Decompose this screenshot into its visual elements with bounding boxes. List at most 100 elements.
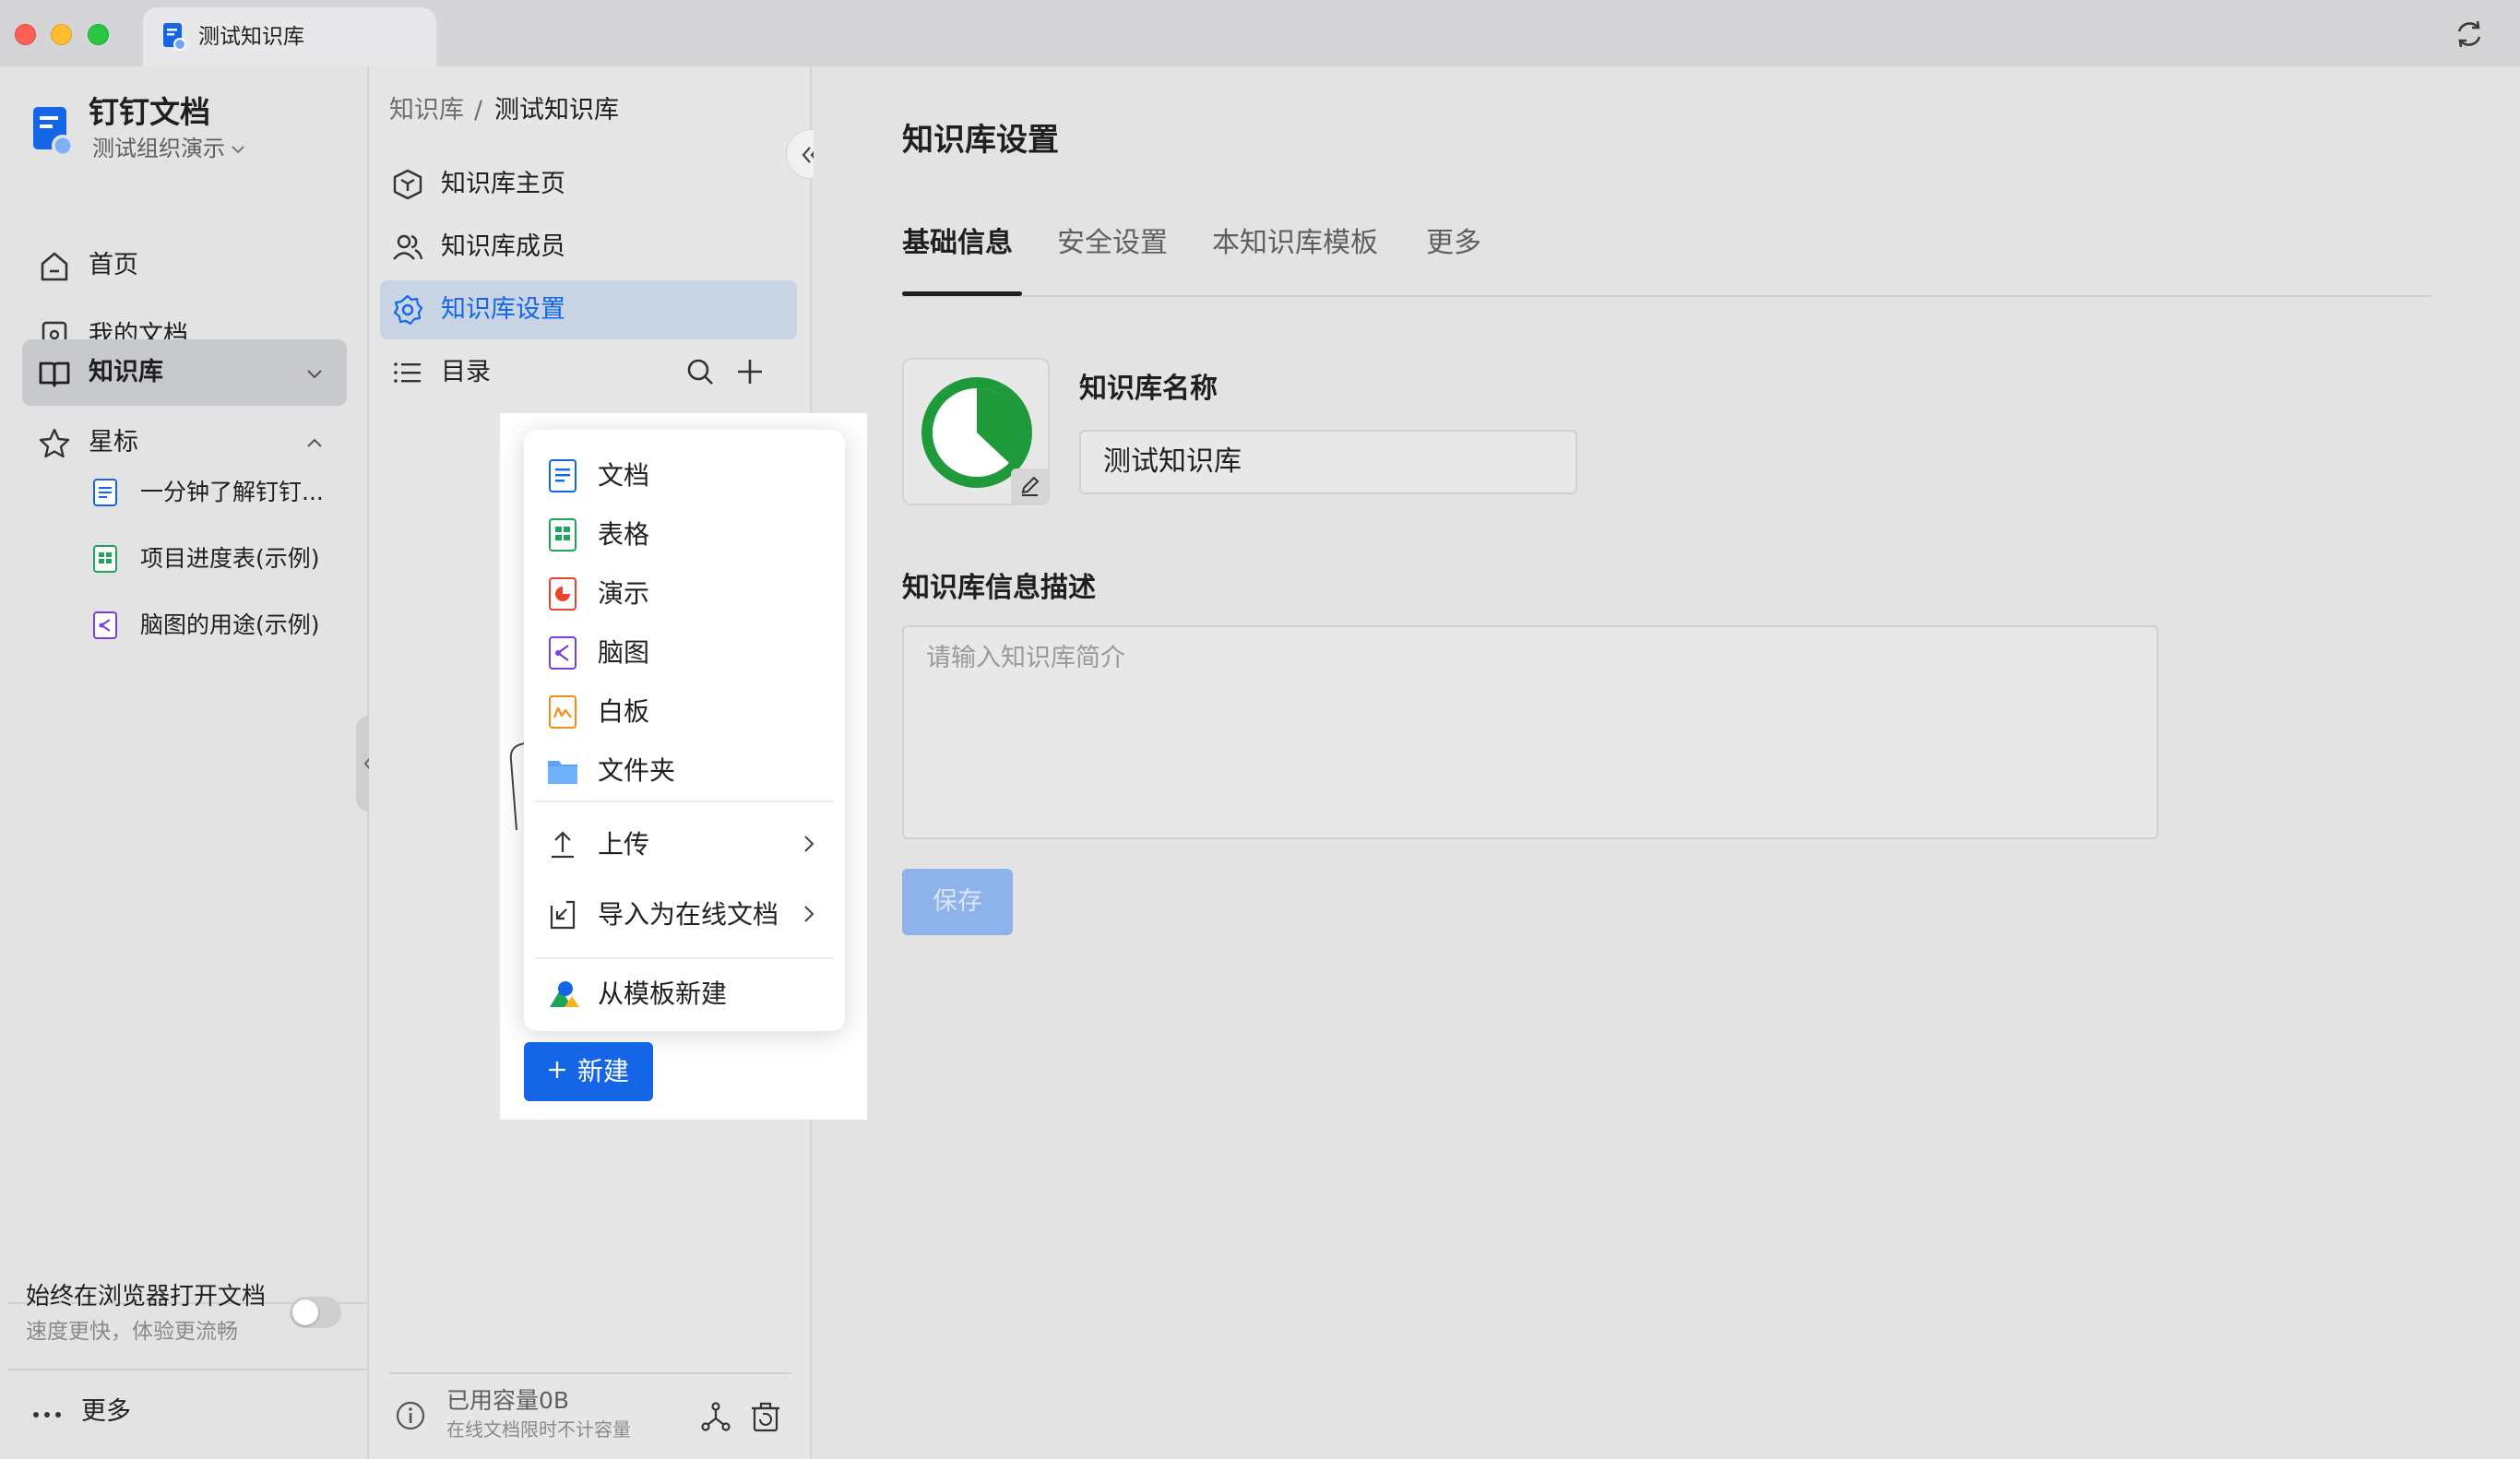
star-icon — [39, 428, 70, 458]
kb-catalog-label: 目录 — [441, 358, 491, 386]
cube-icon — [393, 169, 422, 200]
toggle-knob — [292, 1299, 318, 1325]
more-button[interactable]: 更多 — [81, 1394, 131, 1429]
search-icon[interactable] — [684, 356, 716, 387]
window-minimize-button[interactable] — [51, 24, 72, 45]
menu-divider — [535, 801, 834, 802]
app-name: 钉钉文档 — [89, 94, 210, 130]
description-placeholder: 请输入知识库简介 — [926, 644, 1125, 672]
menu-item-upload[interactable]: 上传 — [524, 813, 845, 872]
kb-description-label: 知识库信息描述 — [902, 572, 1096, 604]
starred-item[interactable]: 项目进度表(示例) — [89, 531, 356, 587]
trash-icon[interactable] — [749, 1400, 782, 1433]
list-icon — [394, 362, 421, 383]
import-icon — [550, 900, 576, 930]
whiteboard-icon — [549, 695, 577, 729]
kb-icon-picker[interactable] — [902, 358, 1050, 505]
nav-knowledge-base-label: 知识库 — [89, 358, 163, 386]
upload-icon — [552, 831, 574, 859]
edit-icon-badge[interactable] — [1011, 469, 1048, 504]
chevron-down-icon[interactable] — [304, 363, 325, 384]
kb-catalog-item[interactable]: 目录 — [380, 343, 675, 402]
browser-toggle-subtitle: 速度更快，体验更流畅 — [26, 1320, 238, 1344]
doc-icon — [549, 459, 577, 492]
capacity-note: 在线文档限时不计容量 — [446, 1418, 631, 1441]
mindmap-file-icon — [93, 611, 117, 639]
kb-settings-label: 知识库设置 — [441, 295, 565, 324]
divider — [389, 1372, 791, 1374]
menu-item-import[interactable]: 导入为在线文档 — [524, 884, 845, 943]
divider — [7, 1369, 367, 1370]
doc-file-icon — [93, 479, 117, 506]
browser-tab[interactable]: 测试知识库 — [143, 7, 436, 66]
menu-item-label: 白板 — [598, 696, 650, 727]
kb-settings-item[interactable]: 知识库设置 — [380, 280, 797, 339]
kb-name-input[interactable]: 测试知识库 — [1079, 430, 1577, 494]
add-icon[interactable] — [734, 356, 766, 387]
chevron-down-icon[interactable] — [229, 140, 247, 159]
info-icon[interactable] — [395, 1400, 426, 1431]
starred-item-label: 项目进度表(示例) — [140, 545, 320, 572]
pencil-icon — [1021, 476, 1040, 496]
menu-item-mindmap[interactable]: 脑图 — [524, 622, 845, 681]
plus-icon — [549, 1062, 565, 1078]
kb-home-label: 知识库主页 — [441, 170, 565, 198]
kb-name-label: 知识库名称 — [1079, 373, 1218, 405]
menu-item-slides[interactable]: 演示 — [524, 563, 845, 622]
sync-icon[interactable] — [2452, 17, 2487, 52]
menu-item-sheet[interactable]: 表格 — [524, 504, 845, 563]
starred-item[interactable]: 脑图的用途(示例) — [89, 598, 356, 653]
kb-members-item[interactable]: 知识库成员 — [380, 218, 797, 277]
tab-templates[interactable]: 本知识库模板 — [1212, 223, 1378, 264]
kb-members-label: 知识库成员 — [441, 232, 565, 261]
menu-item-label: 从模板新建 — [598, 979, 728, 1009]
members-icon — [393, 234, 423, 260]
template-icon — [550, 981, 579, 1007]
menu-item-label: 文档 — [598, 460, 650, 491]
menu-item-label: 表格 — [598, 519, 650, 550]
share-network-icon[interactable] — [699, 1400, 732, 1433]
slides-icon — [549, 577, 577, 611]
gear-icon — [393, 294, 423, 326]
menu-item-doc[interactable]: 文档 — [524, 445, 845, 504]
starred-item[interactable]: 一分钟了解钉钉... — [89, 465, 356, 520]
dingtalk-doc-icon — [163, 23, 186, 51]
new-button[interactable]: 新建 — [524, 1042, 653, 1101]
tab-basic-info[interactable]: 基础信息 — [902, 223, 1013, 264]
kb-home-item[interactable]: 知识库主页 — [380, 155, 797, 214]
mindmap-icon — [549, 636, 577, 670]
dingtalk-docs-logo-icon — [33, 107, 74, 157]
breadcrumb-current: 测试知识库 — [494, 96, 619, 125]
capacity-used: 已用容量0B — [446, 1387, 570, 1414]
sheet-icon — [549, 518, 577, 552]
open-in-browser-toggle[interactable] — [290, 1297, 341, 1328]
tabs-divider — [902, 295, 2431, 297]
nav-knowledge-base[interactable]: 知识库 — [22, 339, 347, 406]
org-switcher[interactable]: 测试组织演示 — [92, 133, 225, 164]
page-title: 知识库设置 — [902, 122, 1059, 159]
menu-item-label: 演示 — [598, 578, 650, 609]
left-sidebar: 钉钉文档 测试组织演示 首页 我的文档 知识库 星标 一分钟了解钉钉... 项目… — [0, 66, 369, 1459]
menu-item-label: 脑图 — [598, 637, 650, 668]
starred-item-label: 一分钟了解钉钉... — [140, 479, 324, 505]
save-button[interactable]: 保存 — [902, 869, 1013, 935]
breadcrumb-root[interactable]: 知识库 — [389, 92, 464, 129]
menu-item-from-template[interactable]: 从模板新建 — [524, 963, 845, 1022]
menu-item-folder[interactable]: 文件夹 — [524, 740, 845, 799]
more-dots-icon[interactable] — [31, 1406, 63, 1424]
menu-item-label: 文件夹 — [598, 755, 676, 786]
kb-description-textarea[interactable]: 请输入知识库简介 — [902, 625, 2158, 839]
book-icon — [39, 362, 70, 387]
sheet-file-icon — [93, 545, 117, 573]
window-maximize-button[interactable] — [88, 24, 109, 45]
menu-item-whiteboard[interactable]: 白板 — [524, 681, 845, 740]
tab-security[interactable]: 安全设置 — [1057, 223, 1168, 264]
window-close-button[interactable] — [15, 24, 36, 45]
chevron-up-icon[interactable] — [304, 433, 325, 454]
settings-main: 知识库设置 基础信息 安全设置 本知识库模板 更多 知识库名称 测试知识库 知识… — [814, 66, 2520, 1459]
menu-divider — [535, 957, 834, 959]
active-tab-indicator — [902, 291, 1022, 296]
nav-home[interactable]: 首页 — [22, 232, 347, 299]
tab-more[interactable]: 更多 — [1426, 223, 1481, 264]
nav-starred-label: 星标 — [89, 428, 138, 457]
